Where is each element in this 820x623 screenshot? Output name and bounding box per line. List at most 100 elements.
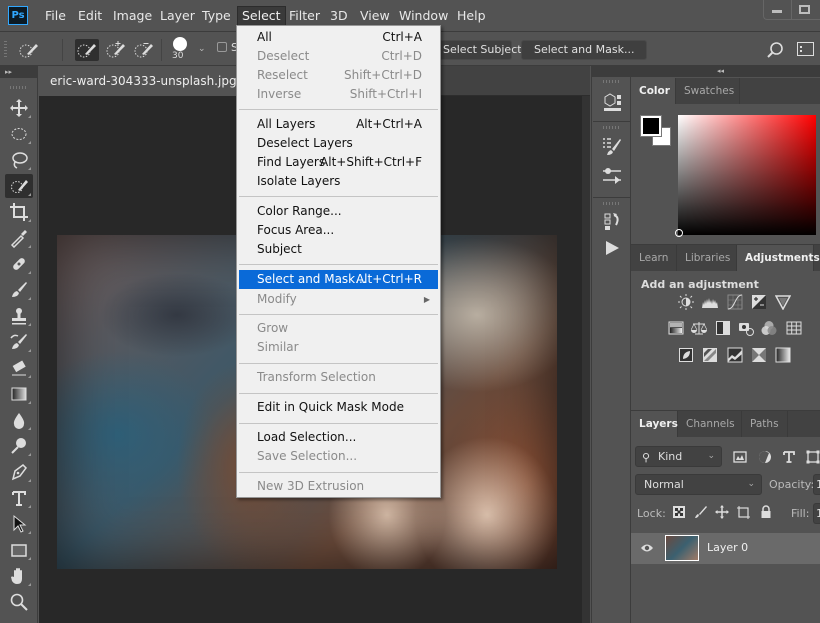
- lasso-tool[interactable]: [5, 148, 33, 172]
- brush-picker-chevron-icon[interactable]: ⌄: [198, 44, 206, 54]
- tab-libraries[interactable]: Libraries: [677, 245, 737, 271]
- vibrance-icon[interactable]: [775, 294, 791, 310]
- sample-all-layers-checkbox[interactable]: [217, 42, 227, 52]
- maximize-icon[interactable]: [799, 5, 810, 14]
- minimize-icon[interactable]: [772, 10, 782, 13]
- layer-filter-kind-select[interactable]: ⚲ Kind ⌄: [635, 446, 722, 467]
- menu-item-deselect[interactable]: Deselect Ctrl+D: [239, 47, 438, 66]
- filter-type-layers-icon[interactable]: [782, 450, 796, 464]
- tool-preset-picker[interactable]: [17, 39, 41, 61]
- eye-icon[interactable]: [640, 542, 654, 554]
- menu-view[interactable]: View: [356, 7, 394, 25]
- actions-panel-button[interactable]: [601, 237, 623, 259]
- menu-item-load-selection[interactable]: Load Selection...: [239, 428, 438, 447]
- marquee-tool[interactable]: [5, 122, 33, 146]
- color-picker-field[interactable]: [678, 115, 816, 235]
- blur-tool[interactable]: [5, 408, 33, 432]
- tool-presets-button[interactable]: [601, 165, 623, 187]
- tab-adjustments[interactable]: Adjustments: [737, 245, 820, 271]
- dock-grip[interactable]: [603, 202, 621, 205]
- menu-file[interactable]: File: [41, 7, 70, 25]
- eraser-tool[interactable]: [5, 356, 33, 380]
- tab-color[interactable]: Color: [631, 78, 676, 104]
- menu-help[interactable]: Help: [453, 7, 490, 25]
- menu-item-color-range[interactable]: Color Range...: [239, 202, 438, 221]
- move-tool[interactable]: [5, 96, 33, 120]
- add-to-selection-button[interactable]: [104, 39, 128, 61]
- selective-color-icon[interactable]: [751, 347, 767, 363]
- 3d-panel-button[interactable]: [601, 90, 623, 112]
- tab-paths[interactable]: Paths: [742, 411, 788, 437]
- dock-grip[interactable]: [603, 80, 621, 83]
- workspace-switcher-icon[interactable]: [797, 42, 814, 56]
- lock-position-icon[interactable]: [715, 505, 729, 519]
- brush-presets-button[interactable]: [601, 135, 623, 157]
- lock-transparent-pixels-icon[interactable]: [672, 505, 686, 519]
- gradient-tool[interactable]: [5, 382, 33, 406]
- tab-channels[interactable]: Channels: [678, 411, 742, 437]
- type-tool[interactable]: [5, 486, 33, 510]
- photo-filter-icon[interactable]: [738, 320, 754, 336]
- hue-saturation-icon[interactable]: [668, 320, 684, 336]
- document-tab[interactable]: eric-ward-304333-unsplash.jpg @ 8...: [39, 66, 275, 96]
- menu-item-all-layers[interactable]: All Layers Alt+Ctrl+A: [239, 115, 438, 134]
- dodge-tool[interactable]: [5, 434, 33, 458]
- color-balance-icon[interactable]: [691, 320, 707, 336]
- menu-item-deselect-layers[interactable]: Deselect Layers: [239, 134, 438, 153]
- brush-preview-icon[interactable]: [173, 37, 187, 51]
- threshold-icon[interactable]: [727, 347, 743, 363]
- foreground-color-swatch[interactable]: [640, 115, 662, 137]
- tab-layers[interactable]: Layers: [631, 411, 678, 437]
- menu-item-inverse[interactable]: Inverse Shift+Ctrl+I: [239, 85, 438, 104]
- healing-brush-tool[interactable]: [5, 252, 33, 276]
- menu-item-similar[interactable]: Similar: [239, 338, 438, 357]
- black-white-icon[interactable]: [715, 320, 731, 336]
- menu-window[interactable]: Window: [395, 7, 452, 25]
- search-button[interactable]: [766, 41, 784, 59]
- layer-name[interactable]: Layer 0: [707, 541, 748, 554]
- color-picker-cursor[interactable]: [675, 229, 683, 237]
- menu-item-select-and-mask[interactable]: Select and Mask... Alt+Ctrl+R: [239, 270, 438, 289]
- path-selection-tool[interactable]: [5, 512, 33, 536]
- filter-adjustment-layers-icon[interactable]: [758, 450, 772, 464]
- pen-tool[interactable]: [5, 460, 33, 484]
- history-panel-button[interactable]: [601, 211, 623, 233]
- blend-mode-select[interactable]: Normal ⌄: [635, 474, 762, 495]
- menu-item-transform-selection[interactable]: Transform Selection: [239, 368, 438, 387]
- gradient-map-icon[interactable]: [775, 347, 791, 363]
- channel-mixer-icon[interactable]: [761, 320, 777, 336]
- toolbar-grip[interactable]: [10, 86, 28, 89]
- brightness-contrast-icon[interactable]: [678, 294, 694, 310]
- tab-learn[interactable]: Learn: [631, 245, 677, 271]
- options-bar-grip[interactable]: [4, 41, 7, 57]
- menu-item-grow[interactable]: Grow: [239, 319, 438, 338]
- exposure-icon[interactable]: [751, 294, 767, 310]
- menu-item-reselect[interactable]: Reselect Shift+Ctrl+D: [239, 66, 438, 85]
- menu-3d[interactable]: 3D: [326, 7, 352, 25]
- lock-artboard-icon[interactable]: [736, 505, 750, 519]
- brush-tool[interactable]: [5, 278, 33, 302]
- quick-selection-tool[interactable]: [5, 174, 33, 198]
- menu-select[interactable]: Select: [237, 6, 286, 26]
- filter-shape-layers-icon[interactable]: [806, 450, 820, 464]
- clone-stamp-tool[interactable]: [5, 304, 33, 328]
- menu-item-focus-area[interactable]: Focus Area...: [239, 221, 438, 240]
- crop-tool[interactable]: [5, 200, 33, 224]
- menu-item-all[interactable]: All Ctrl+A: [239, 28, 438, 47]
- subtract-from-selection-button[interactable]: [132, 39, 156, 61]
- hand-tool[interactable]: [5, 564, 33, 588]
- menu-item-subject[interactable]: Subject: [239, 240, 438, 259]
- new-selection-button[interactable]: [75, 39, 99, 61]
- menu-item-edit-in-quick-mask-mode[interactable]: Edit in Quick Mask Mode: [239, 398, 438, 417]
- document-scrollbar[interactable]: [582, 96, 590, 623]
- layer-row[interactable]: Layer 0: [631, 533, 820, 564]
- menu-filter[interactable]: Filter: [285, 7, 324, 25]
- levels-icon[interactable]: [702, 294, 718, 310]
- tab-swatches[interactable]: Swatches: [676, 78, 740, 104]
- fill-input[interactable]: 1: [813, 503, 820, 524]
- menu-type[interactable]: Type: [198, 7, 235, 25]
- menu-item-save-selection[interactable]: Save Selection...: [239, 447, 438, 466]
- dock-collapse-icon[interactable]: ◂◂: [591, 66, 820, 77]
- color-lookup-icon[interactable]: [786, 320, 802, 336]
- invert-icon[interactable]: [678, 347, 694, 363]
